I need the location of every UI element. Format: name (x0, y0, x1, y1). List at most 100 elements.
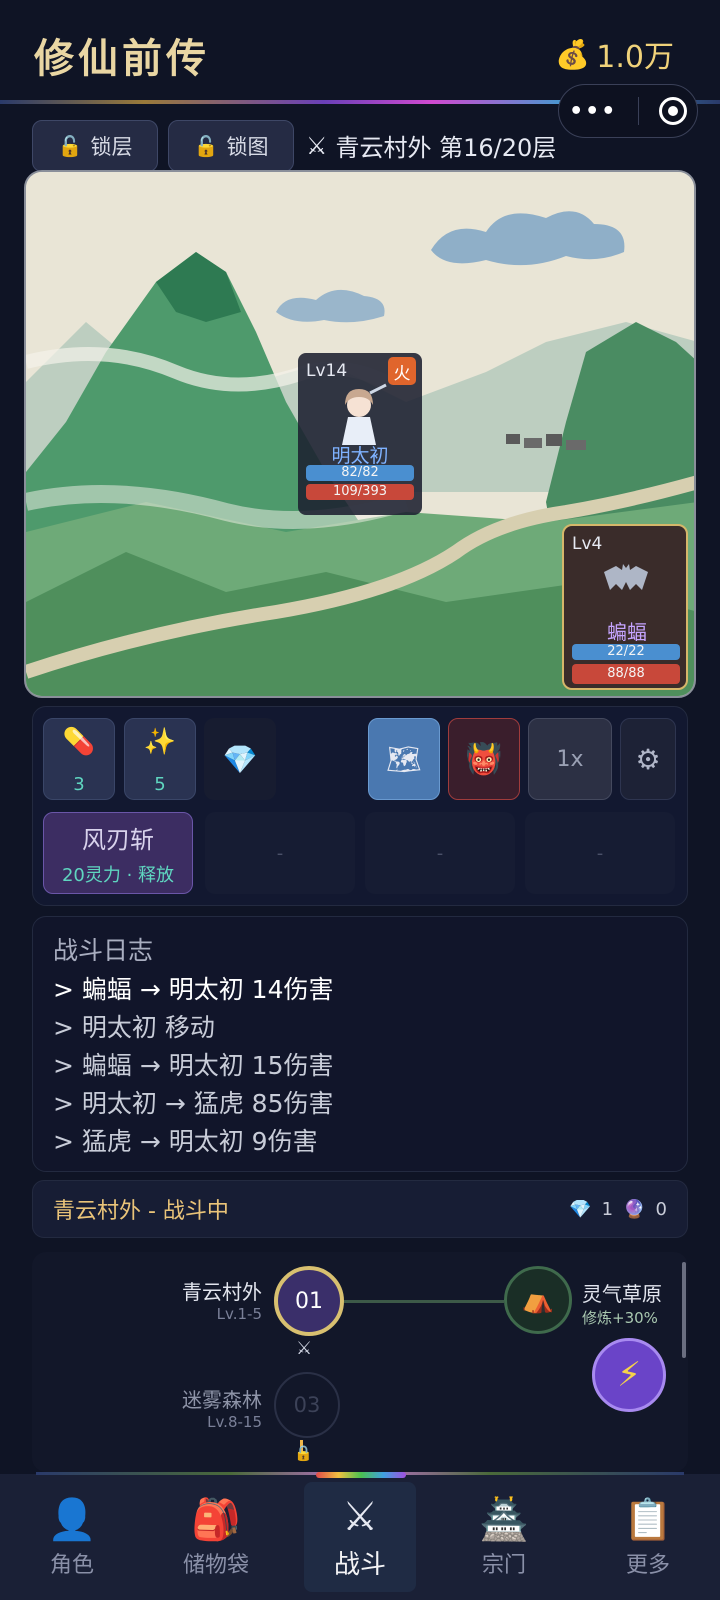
battle-status-bar: 青云村外 - 战斗中 💎 1 🔮 0 (32, 1180, 688, 1238)
skill-cost: 20灵力 · 释放 (61, 864, 175, 886)
money-bag-icon: 💰 (555, 37, 591, 71)
enemy-hp-bar: 88/88 (572, 664, 680, 684)
sparkle-item-button[interactable]: ✨ 5 (124, 718, 196, 800)
stage-info: ⚔ 青云村外 第16/20层 (306, 128, 556, 163)
pill-icon: 💊 (62, 727, 96, 757)
lock-floor-button[interactable]: 🔓 锁层 (32, 120, 158, 172)
backpack-icon: 🎒 (191, 1496, 241, 1543)
log-line: > 明太初 → 猛虎 85伤害 (53, 1089, 334, 1118)
capsule-separator (637, 97, 639, 125)
nav-label: 战斗 (333, 1549, 386, 1580)
branch-label: 灵气草原 修炼+30% (582, 1278, 662, 1328)
demon-mask-icon: 👹 (465, 741, 503, 777)
crossed-swords-icon: ⚔ (342, 1493, 378, 1540)
branch-name: 灵气草原 (582, 1282, 662, 1306)
log-line: > 明太初 移动 (53, 1013, 215, 1042)
enemy-card[interactable]: Lv4 蝙蝠 22/22 88/88 (562, 524, 688, 690)
map-connector (344, 1300, 504, 1303)
pill-count: 3 (73, 774, 85, 795)
pill-item-button[interactable]: 💊 3 (43, 718, 115, 800)
hero-card[interactable]: Lv14 火 明太初 82/82 109/393 (298, 353, 422, 515)
node-name: 青云村外 (182, 1280, 262, 1304)
quick-battle-button[interactable]: ⚡ (592, 1338, 666, 1412)
lock-map-button[interactable]: 🔓 锁图 (168, 120, 294, 172)
log-line: > 猛虎 → 明太初 9伤害 (53, 1127, 318, 1156)
nav-item-sect[interactable]: 🏯 宗门 (448, 1482, 560, 1592)
diamond-icon: 💎 (569, 1198, 592, 1220)
close-miniprogram-icon[interactable] (658, 97, 687, 125)
nav-item-battle[interactable]: ⚔ 战斗 (304, 1482, 416, 1592)
map-node-current[interactable]: 01 (274, 1266, 344, 1336)
battle-log-title: 战斗日志 (53, 936, 154, 965)
orb-count: 0 (655, 1198, 667, 1220)
nav-item-more[interactable]: 📋 更多 (592, 1482, 704, 1592)
speed-button[interactable]: 1x (528, 718, 612, 800)
skill-name: 风刃斩 (82, 825, 154, 854)
map-node-label: 青云村外 Lv.1-5 (150, 1276, 262, 1323)
nav-item-storage-bag[interactable]: 🎒 储物袋 (160, 1482, 272, 1592)
skill-slot-empty[interactable]: - (525, 812, 675, 894)
diamond-item-button[interactable]: 💎 (204, 718, 276, 800)
map-scrollbar[interactable] (682, 1262, 686, 1358)
gear-icon: ⚙ (635, 742, 661, 776)
lock-icon: 🔓 (57, 134, 83, 158)
nav-label: 储物袋 (182, 1552, 249, 1578)
nav-label: 宗门 (481, 1552, 526, 1578)
skill-wind-blade-button[interactable]: 风刃斩 20灵力 · 释放 (43, 812, 193, 894)
map-node-branch[interactable]: ⛺ (504, 1266, 572, 1334)
bat-icon (604, 564, 648, 590)
hero-hp-bar: 109/393 (306, 484, 414, 500)
more-options-icon[interactable]: ••• (569, 99, 617, 124)
skill-slot-empty[interactable]: - (365, 812, 515, 894)
branch-bonus: 修炼+30% (582, 1309, 658, 1327)
hero-name: 明太初 (331, 445, 389, 467)
enemy-level: Lv4 (572, 534, 603, 554)
stage-label: 青云村外 第16/20层 (335, 134, 557, 162)
map-node-label: 迷雾森林 Lv.8-15 (150, 1384, 262, 1431)
sparkle-count: 5 (154, 774, 166, 795)
lock-floor-label: 锁层 (90, 135, 133, 159)
lock-icon: 🔓 (193, 134, 219, 158)
diamond-count: 1 (601, 1198, 614, 1220)
enemy-mana-bar: 22/22 (572, 644, 680, 660)
node-levels: Lv.8-15 (207, 1413, 262, 1431)
battle-log[interactable]: 战斗日志 > 蝙蝠 → 明太初 14伤害 > 明太初 移动 > 蝙蝠 → 明太初… (32, 916, 688, 1172)
person-icon: 👤 (47, 1496, 97, 1543)
pagoda-icon: 🏯 (479, 1496, 529, 1543)
nav-label: 角色 (49, 1552, 94, 1578)
hero-mana-bar: 82/82 (306, 465, 414, 481)
settings-button[interactable]: ⚙ (620, 718, 676, 800)
nav-label: 更多 (625, 1552, 670, 1578)
gold-amount: 1.0万 (596, 40, 674, 75)
map-node-locked[interactable]: 03 (274, 1372, 340, 1438)
enemy-name: 蝙蝠 (607, 620, 647, 644)
lightning-icon: ⚡ (617, 1355, 641, 1395)
app-title: 修仙前传 (34, 35, 210, 82)
log-line: > 蝙蝠 → 明太初 14伤害 (53, 975, 334, 1004)
map-icon: 🗺 (386, 742, 422, 776)
orb-icon: 🔮 (623, 1198, 646, 1220)
mini-program-capsule: ••• (558, 84, 698, 138)
hero-avatar (342, 383, 387, 445)
crossed-swords-icon: ⚔ (296, 1338, 313, 1359)
sparkle-icon: ✨ (143, 727, 177, 757)
diamond-icon: 💎 (222, 742, 258, 776)
crossed-swords-icon: ⚔ (306, 131, 328, 160)
hero-level: Lv14 (306, 361, 348, 381)
resource-counts: 💎 1 🔮 0 (569, 1199, 667, 1220)
skill-slot-empty[interactable]: - (205, 812, 355, 894)
nav-item-character[interactable]: 👤 角色 (16, 1482, 128, 1592)
element-badge: 火 (388, 357, 416, 385)
gold-balance: 💰 1.0万 (555, 32, 674, 76)
camp-icon: ⛺ (521, 1285, 555, 1315)
log-line: > 蝙蝠 → 明太初 15伤害 (53, 1051, 334, 1080)
battle-status-text: 青云村外 - 战斗中 (53, 1199, 229, 1224)
node-name: 迷雾森林 (182, 1388, 262, 1412)
clipboard-icon: 📋 (623, 1496, 673, 1543)
lock-map-label: 锁图 (226, 135, 269, 159)
nav-active-indicator (316, 1472, 406, 1478)
map-button[interactable]: 🗺 (368, 718, 440, 800)
boss-challenge-button[interactable]: 👹 (448, 718, 520, 800)
lock-icon: 🔒 (294, 1444, 313, 1462)
node-levels: Lv.1-5 (216, 1305, 262, 1323)
